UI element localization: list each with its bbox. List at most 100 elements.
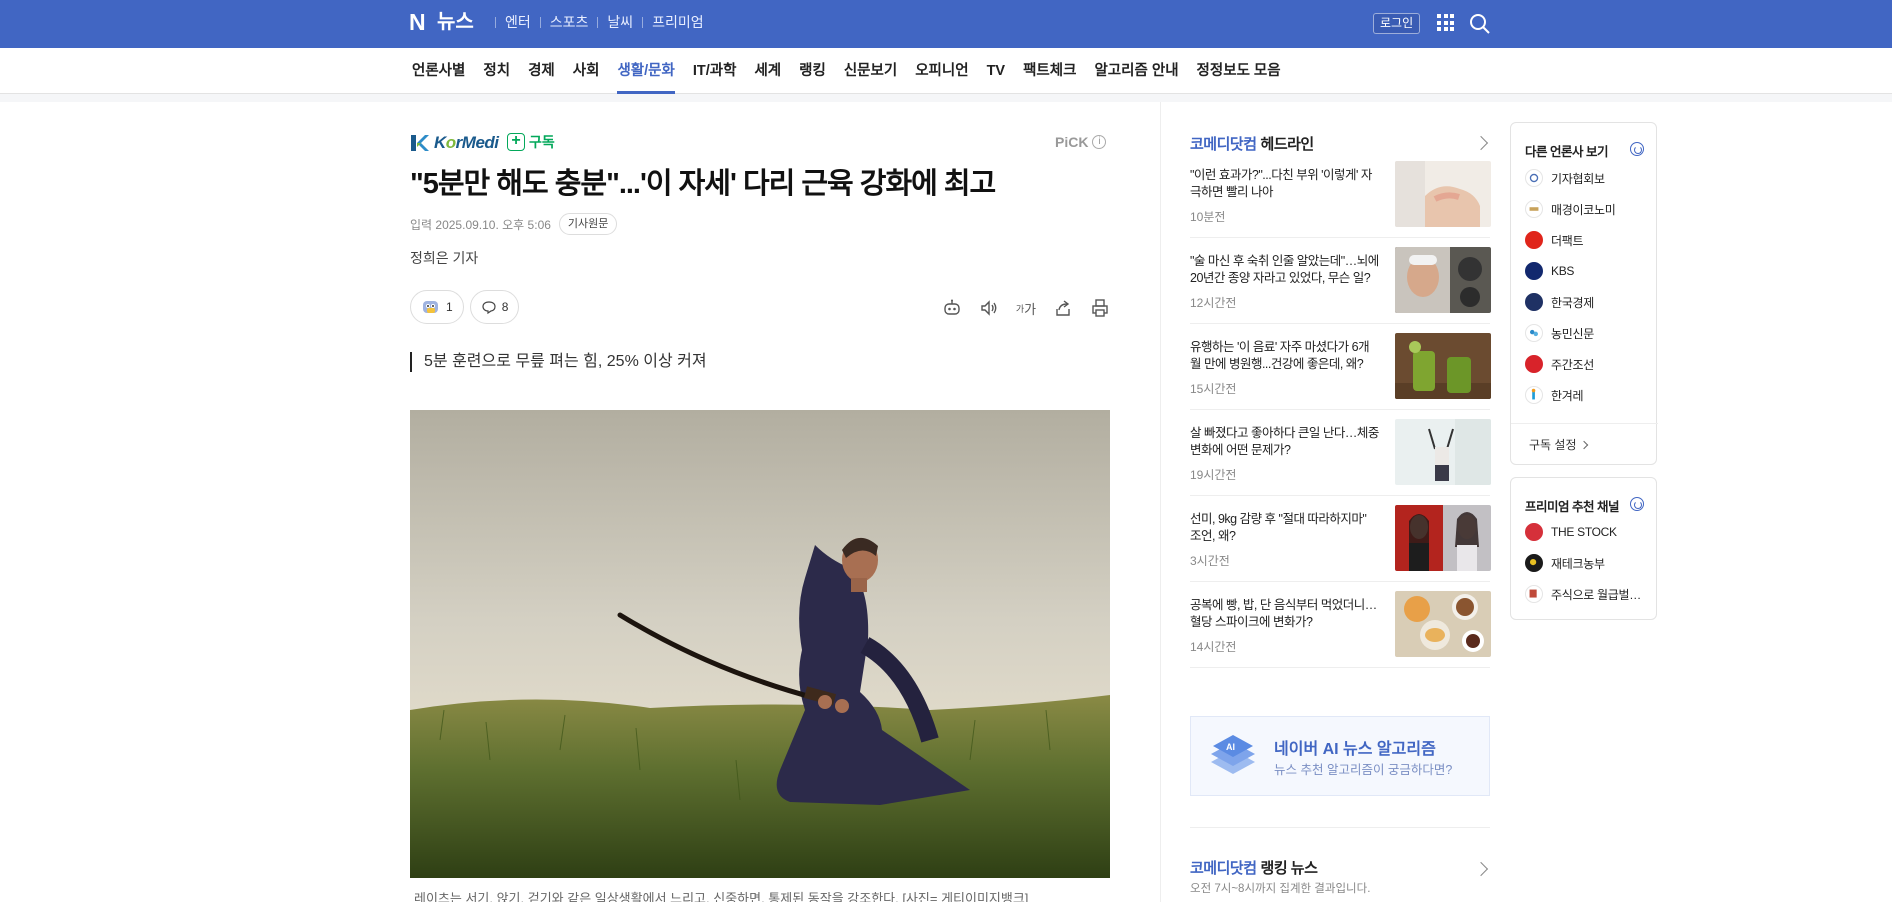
dateline: 입력 2025.09.10. 오후 5:06 기사원문	[410, 213, 618, 235]
press-name: KorMedi	[434, 133, 499, 152]
ai-summary-robot-icon[interactable]	[942, 298, 962, 318]
box-divider	[1511, 423, 1658, 424]
other-press-title: 다른 언론사 보기	[1525, 145, 1608, 159]
naver-logo[interactable]: N	[409, 11, 430, 34]
category-tv[interactable]: TV	[978, 48, 1015, 94]
headline-item[interactable]: "이런 효과가?"...다친 부위 '이렇게' 자극하면 빨리 나아 10분전	[1190, 161, 1491, 253]
headline-item-time: 3시간전	[1190, 554, 1230, 568]
article-title: "5분만 해도 충분"...'이 자세' 다리 근육 강화에 최고	[410, 168, 996, 200]
headline-item-title[interactable]: 유행하는 '이 음료' 자주 마셨다가 6개월 만에 병원행...건강에 좋은데…	[1190, 339, 1380, 373]
top-link-premium[interactable]: 프리미엄	[652, 12, 704, 32]
press-logo-icon	[1525, 169, 1543, 187]
top-link-entertain[interactable]: 엔터	[505, 12, 531, 32]
plus-icon: +	[507, 133, 525, 151]
article-tools: 가가	[942, 298, 1110, 318]
category-corrections[interactable]: 정정보도 모음	[1188, 48, 1290, 94]
headline-item-title[interactable]: 공복에 빵, 밥, 단 음식부터 먹었더니… 혈당 스파이크에 변화가?	[1190, 597, 1380, 631]
chevron-right-icon[interactable]	[1473, 135, 1489, 151]
category-algorithm[interactable]: 알고리즘 안내	[1085, 48, 1187, 94]
headline-thumbnail[interactable]	[1395, 505, 1491, 571]
ai-algorithm-banner[interactable]: AI 네이버 AI 뉴스 알고리즘 뉴스 추천 알고리즘이 궁금하다면?	[1190, 716, 1490, 796]
category-it-science[interactable]: IT/과학	[684, 48, 746, 94]
press-item[interactable]: 더팩트	[1525, 231, 1584, 249]
print-icon[interactable]	[1090, 298, 1110, 318]
category-society[interactable]: 사회	[564, 48, 609, 94]
headline-item[interactable]: "술 마신 후 숙취 인줄 알았는데"…뇌에 20년간 종양 자라고 있었다, …	[1190, 247, 1491, 339]
headline-divider	[1190, 495, 1490, 496]
press-item[interactable]: 기자협회보	[1525, 169, 1605, 187]
original-article-button[interactable]: 기사원문	[558, 213, 618, 235]
nav-separator	[495, 16, 496, 28]
ai-banner-title: 네이버 AI 뉴스 알고리즘	[1274, 741, 1436, 758]
top-nav: 엔터 스포츠 날씨 프리미엄	[486, 12, 704, 32]
category-factcheck[interactable]: 팩트체크	[1014, 48, 1085, 94]
ai-layers-icon: AI	[1211, 735, 1255, 774]
headline-thumbnail[interactable]	[1395, 419, 1491, 485]
top-link-weather[interactable]: 날씨	[607, 12, 633, 32]
reaction-button[interactable]: 1	[410, 290, 464, 324]
headline-item-time: 14시간전	[1190, 640, 1237, 654]
publish-date: 입력 2025.09.10. 오후 5:06	[410, 217, 551, 232]
press-item[interactable]: 한겨레	[1525, 386, 1584, 404]
refresh-icon[interactable]	[1630, 142, 1644, 156]
category-economy[interactable]: 경제	[519, 48, 564, 94]
press-item[interactable]: 주간조선	[1525, 355, 1594, 373]
press-item[interactable]: KBS	[1525, 262, 1574, 280]
ai-banner-subtitle: 뉴스 추천 알고리즘이 궁금하다면?	[1274, 763, 1453, 777]
reaction-bar: 1 8	[410, 290, 520, 324]
premium-channel-item[interactable]: 주식으로 월급벌…	[1525, 585, 1641, 603]
photo-caption: 레이츠는 서기, 앉기, 걷기와 같은 일상생활에서 느리고, 신중하면, 통제…	[414, 891, 1029, 902]
headline-thumbnail[interactable]	[1395, 161, 1491, 227]
headline-item-title[interactable]: "이런 효과가?"...다친 부위 '이렇게' 자극하면 빨리 나아	[1190, 167, 1380, 201]
article-summary: 5분 훈련으로 무릎 펴는 힘, 25% 이상 커져	[410, 352, 707, 372]
headline-item-title[interactable]: "술 마신 후 숙취 인줄 알았는데"…뇌에 20년간 종양 자라고 있었다, …	[1190, 253, 1380, 287]
pick-badge[interactable]: PiCK i	[1055, 134, 1107, 150]
category-newspaper[interactable]: 신문보기	[835, 48, 906, 94]
ranking-title[interactable]: 코메디닷컴 랭킹 뉴스	[1190, 857, 1318, 878]
press-logo-icon	[1525, 355, 1543, 373]
headline-thumbnail[interactable]	[1395, 247, 1491, 313]
category-politics[interactable]: 정치	[474, 48, 519, 94]
category-press[interactable]: 언론사별	[403, 48, 474, 94]
share-icon[interactable]	[1053, 298, 1073, 318]
chevron-right-icon[interactable]	[1473, 861, 1489, 877]
comment-button[interactable]: 8	[469, 290, 520, 324]
headline-item[interactable]: 공복에 빵, 밥, 단 음식부터 먹었더니… 혈당 스파이크에 변화가? 14시…	[1190, 591, 1491, 683]
headline-item[interactable]: 살 빠졌다고 좋아하다 큰일 난다…체중 변화에 어떤 문제가? 19시간전	[1190, 419, 1491, 511]
login-button[interactable]: 로그인	[1373, 13, 1421, 34]
category-opinion[interactable]: 오피니언	[906, 48, 977, 94]
premium-channel-item[interactable]: THE STOCK	[1525, 523, 1617, 541]
apps-grid-icon[interactable]	[1437, 14, 1454, 31]
headline-divider	[1190, 667, 1490, 668]
refresh-icon[interactable]	[1630, 497, 1644, 511]
news-service-logo[interactable]: 뉴스	[437, 10, 474, 34]
category-world[interactable]: 세계	[745, 48, 790, 94]
info-icon[interactable]: i	[1092, 135, 1107, 149]
subscription-settings-link[interactable]: 구독 설정	[1529, 436, 1588, 453]
headline-item-title[interactable]: 살 빠졌다고 좋아하다 큰일 난다…체중 변화에 어떤 문제가?	[1190, 425, 1380, 459]
speaker-icon[interactable]	[979, 298, 999, 318]
reporter-name[interactable]: 정희은 기자	[410, 248, 478, 268]
headline-thumbnail[interactable]	[1395, 591, 1491, 657]
category-ranking[interactable]: 랭킹	[790, 48, 835, 94]
headline-thumbnail[interactable]	[1395, 333, 1491, 399]
headline-item-time: 19시간전	[1190, 468, 1237, 482]
top-link-sports[interactable]: 스포츠	[550, 12, 589, 32]
subscribe-button[interactable]: + 구독	[507, 132, 555, 152]
headline-divider	[1190, 323, 1490, 324]
press-item[interactable]: 농민신문	[1525, 324, 1594, 342]
headline-item-time: 10분전	[1190, 210, 1226, 224]
category-life-culture[interactable]: 생활/문화	[608, 48, 683, 94]
press-logo[interactable]: KorMedi	[410, 132, 499, 154]
headline-item[interactable]: 선미, 9kg 감량 후 "절대 따라하지마" 조언, 왜? 3시간전	[1190, 505, 1491, 597]
svg-text:AI: AI	[1226, 742, 1235, 752]
search-icon[interactable]	[1469, 13, 1491, 35]
headline-item[interactable]: 유행하는 '이 음료' 자주 마셨다가 6개월 만에 병원행...건강에 좋은데…	[1190, 333, 1491, 425]
premium-channel-item[interactable]: 재테크농부	[1525, 554, 1605, 572]
headline-item-title[interactable]: 선미, 9kg 감량 후 "절대 따라하지마" 조언, 왜?	[1190, 511, 1380, 545]
press-item[interactable]: 한국경제	[1525, 293, 1594, 311]
channel-logo-icon	[1525, 523, 1543, 541]
text-size-icon[interactable]: 가가	[1016, 298, 1036, 318]
headline-title[interactable]: 코메디닷컴 헤드라인	[1190, 133, 1314, 154]
press-item[interactable]: 매경이코노미	[1525, 200, 1616, 218]
